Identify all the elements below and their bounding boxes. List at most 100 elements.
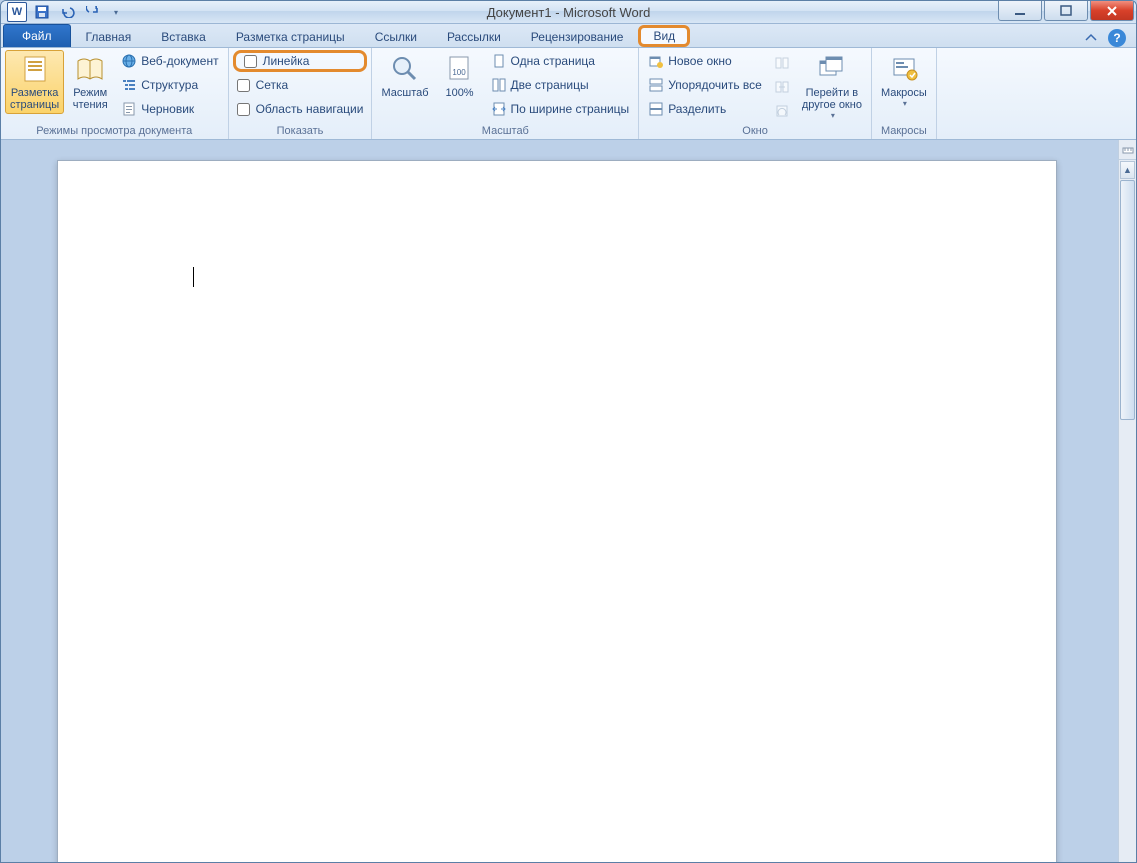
outline-icon	[121, 77, 137, 93]
window-title: Документ1 - Microsoft Word	[1, 5, 1136, 20]
tab-references[interactable]: Ссылки	[360, 26, 432, 47]
reading-layout-icon	[74, 53, 106, 85]
save-button[interactable]	[31, 1, 53, 23]
tab-insert[interactable]: Вставка	[146, 26, 221, 47]
reading-layout-button[interactable]: Режимчтения	[66, 50, 114, 114]
outline-button[interactable]: Структура	[116, 74, 223, 96]
group-window: Новое окно Упорядочить все Разделить	[639, 48, 872, 139]
switch-windows-icon	[816, 53, 848, 85]
new-window-button[interactable]: Новое окно	[643, 50, 767, 72]
nav-pane-checkbox-input[interactable]	[237, 103, 250, 116]
group-show-label: Показать	[233, 123, 368, 139]
two-pages-icon	[491, 77, 507, 93]
document-viewport[interactable]	[1, 140, 1118, 863]
scroll-thumb[interactable]	[1120, 180, 1135, 420]
group-show: Линейка Сетка Область навигации Показать	[229, 48, 373, 139]
arrange-all-icon	[648, 77, 664, 93]
document-page[interactable]	[57, 160, 1057, 863]
gridlines-checkbox[interactable]: Сетка	[233, 74, 368, 96]
quick-access-toolbar: W ▾	[1, 1, 123, 23]
web-layout-button[interactable]: Веб-документ	[116, 50, 223, 72]
switch-label-2: другое окно	[802, 99, 862, 111]
group-zoom: Масштаб 100 100% Одна страница Две ст	[372, 48, 639, 139]
reset-position-button[interactable]	[769, 100, 795, 122]
draft-icon	[121, 101, 137, 117]
zoom-button[interactable]: Масштаб	[376, 50, 433, 102]
scroll-up-button[interactable]: ▲	[1120, 161, 1135, 179]
ribbon-help-area: ?	[1082, 29, 1136, 47]
page-width-icon	[491, 101, 507, 117]
group-window-label: Окно	[643, 123, 867, 139]
print-layout-label-1: Разметка	[11, 87, 59, 99]
nav-pane-checkbox[interactable]: Область навигации	[233, 98, 368, 120]
minimize-button[interactable]	[998, 1, 1042, 21]
new-window-label: Новое окно	[668, 54, 732, 68]
draft-label: Черновик	[141, 102, 194, 116]
split-icon	[648, 101, 664, 117]
app-window: W ▾ Документ1 - Microsoft Word	[0, 0, 1137, 863]
maximize-button[interactable]	[1044, 1, 1088, 21]
tab-page-layout[interactable]: Разметка страницы	[221, 26, 360, 47]
ruler-checkbox-input[interactable]	[244, 55, 257, 68]
arrange-all-button[interactable]: Упорядочить все	[643, 74, 767, 96]
scroll-track[interactable]	[1119, 180, 1136, 863]
macros-label: Макросы	[881, 87, 927, 99]
side-by-side-button[interactable]	[769, 52, 795, 74]
tab-file[interactable]: Файл	[3, 24, 71, 47]
ruler-toggle-button[interactable]	[1119, 140, 1136, 160]
page-width-label: По ширине страницы	[511, 102, 630, 116]
ribbon-tabs: Файл Главная Вставка Разметка страницы С…	[1, 24, 1136, 48]
tab-review[interactable]: Рецензирование	[516, 26, 639, 47]
undo-button[interactable]	[57, 1, 79, 23]
gridlines-label: Сетка	[256, 78, 289, 92]
group-views-label: Режимы просмотра документа	[5, 123, 224, 139]
tab-home[interactable]: Главная	[71, 26, 147, 47]
ribbon: Разметкастраницы Режимчтения Веб-докумен…	[1, 48, 1136, 140]
text-cursor	[193, 267, 194, 287]
outline-label: Структура	[141, 78, 198, 92]
arrange-all-label: Упорядочить все	[668, 78, 762, 92]
reading-label-2: чтения	[73, 99, 108, 111]
one-page-icon	[491, 53, 507, 69]
two-pages-label: Две страницы	[511, 78, 589, 92]
reading-label-1: Режим	[73, 87, 107, 99]
ruler-checkbox[interactable]: Линейка	[233, 50, 368, 72]
macros-button[interactable]: Макросы	[876, 50, 932, 111]
tab-mailings[interactable]: Рассылки	[432, 26, 516, 47]
tab-view[interactable]: Вид	[638, 25, 690, 47]
print-layout-button[interactable]: Разметкастраницы	[5, 50, 64, 114]
zoom-100-button[interactable]: 100 100%	[436, 50, 484, 102]
zoom-100-icon: 100	[444, 53, 476, 85]
two-pages-button[interactable]: Две страницы	[486, 74, 635, 96]
qat-customize-button[interactable]: ▾	[109, 1, 123, 23]
reset-position-icon	[774, 103, 790, 119]
group-zoom-label: Масштаб	[376, 123, 634, 139]
zoom-icon	[389, 53, 421, 85]
window-controls	[998, 1, 1136, 23]
redo-button[interactable]	[83, 1, 105, 23]
close-button[interactable]	[1090, 1, 1134, 21]
web-layout-icon	[121, 53, 137, 69]
side-by-side-icon	[774, 55, 790, 71]
switch-label-1: Перейти в	[806, 87, 859, 99]
document-area: ▲ ▼ ▴ ○ ▾	[1, 140, 1136, 863]
group-macros-label: Макросы	[876, 123, 932, 139]
page-width-button[interactable]: По ширине страницы	[486, 98, 635, 120]
gridlines-checkbox-input[interactable]	[237, 79, 250, 92]
one-page-button[interactable]: Одна страница	[486, 50, 635, 72]
ruler-label: Линейка	[263, 54, 310, 68]
split-button[interactable]: Разделить	[643, 98, 767, 120]
web-layout-label: Веб-документ	[141, 54, 218, 68]
vertical-scrollbar: ▲ ▼ ▴ ○ ▾	[1118, 140, 1136, 863]
print-layout-label-2: страницы	[10, 99, 59, 111]
draft-button[interactable]: Черновик	[116, 98, 223, 120]
sync-scroll-icon	[774, 79, 790, 95]
new-window-icon	[648, 53, 664, 69]
switch-windows-button[interactable]: Перейти вдругое окно	[797, 50, 867, 123]
titlebar: W ▾ Документ1 - Microsoft Word	[1, 1, 1136, 24]
help-button[interactable]: ?	[1108, 29, 1126, 47]
sync-scroll-button[interactable]	[769, 76, 795, 98]
zoom-label: Масштаб	[381, 87, 428, 99]
word-app-icon[interactable]: W	[7, 2, 27, 22]
ribbon-minimize-button[interactable]	[1082, 29, 1100, 47]
